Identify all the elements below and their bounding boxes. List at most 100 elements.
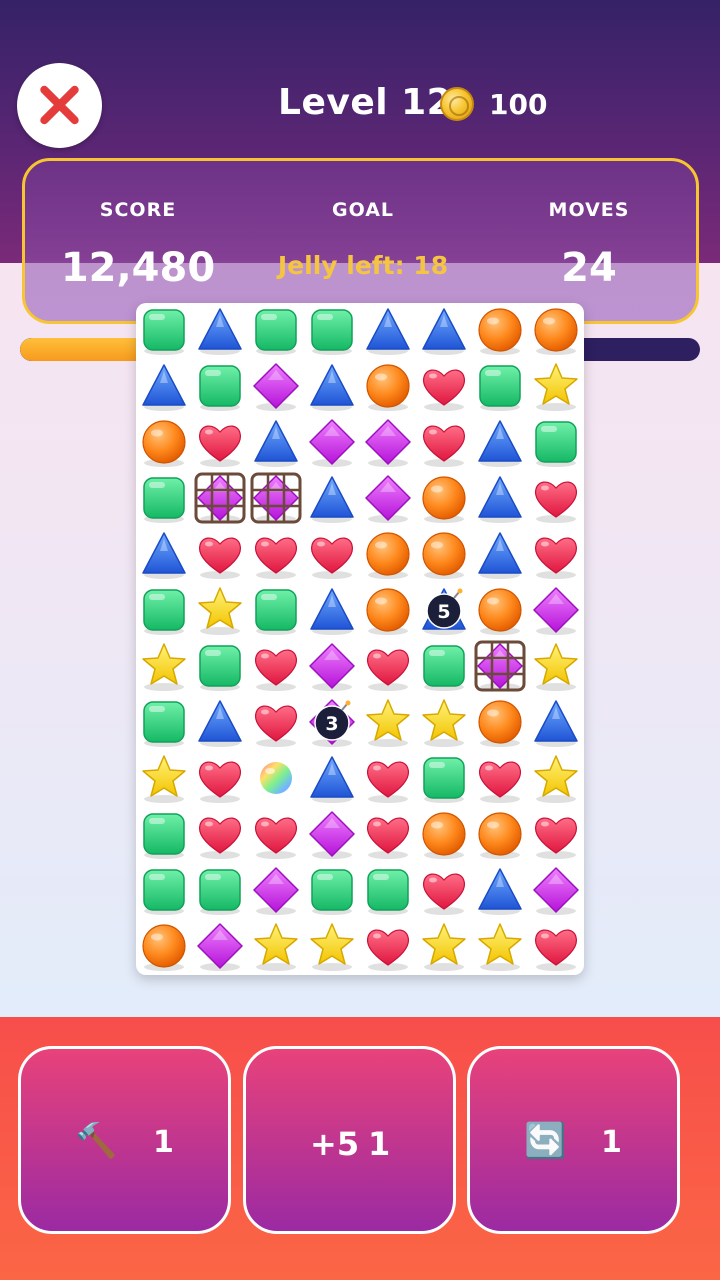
board-cell-5-4[interactable]: [360, 583, 416, 639]
board-cell-5-5[interactable]: 5: [416, 583, 472, 639]
board-cell-2-3[interactable]: [304, 415, 360, 471]
board-cell-4-3[interactable]: [304, 527, 360, 583]
board-cell-10-2[interactable]: [248, 863, 304, 919]
board-cell-4-5[interactable]: [416, 527, 472, 583]
board-cell-0-1[interactable]: [192, 303, 248, 359]
board-cell-6-1[interactable]: [192, 639, 248, 695]
board-cell-9-3[interactable]: [304, 807, 360, 863]
board-cell-4-1[interactable]: [192, 527, 248, 583]
board-cell-8-1[interactable]: [192, 751, 248, 807]
board-cell-2-6[interactable]: [472, 415, 528, 471]
board-cell-3-2[interactable]: [248, 471, 304, 527]
board-cell-5-2[interactable]: [248, 583, 304, 639]
board-cell-9-4[interactable]: [360, 807, 416, 863]
board-cell-3-6[interactable]: [472, 471, 528, 527]
board-cell-9-0[interactable]: [136, 807, 192, 863]
board-cell-9-2[interactable]: [248, 807, 304, 863]
board-cell-6-0[interactable]: [136, 639, 192, 695]
board-cell-7-1[interactable]: [192, 695, 248, 751]
board-cell-9-1[interactable]: [192, 807, 248, 863]
board-cell-11-7[interactable]: [528, 919, 584, 975]
board-cell-1-2[interactable]: [248, 359, 304, 415]
board-cell-11-0[interactable]: [136, 919, 192, 975]
board-cell-1-0[interactable]: [136, 359, 192, 415]
board-cell-7-3[interactable]: 3: [304, 695, 360, 751]
board-cell-1-5[interactable]: [416, 359, 472, 415]
board-cell-0-3[interactable]: [304, 303, 360, 359]
board-cell-6-2[interactable]: [248, 639, 304, 695]
board-cell-0-5[interactable]: [416, 303, 472, 359]
board-cell-3-1[interactable]: [192, 471, 248, 527]
board-cell-0-2[interactable]: [248, 303, 304, 359]
board-cell-10-1[interactable]: [192, 863, 248, 919]
board-cell-11-5[interactable]: [416, 919, 472, 975]
board-cell-3-3[interactable]: [304, 471, 360, 527]
board-cell-4-0[interactable]: [136, 527, 192, 583]
board-cell-4-4[interactable]: [360, 527, 416, 583]
board-cell-5-3[interactable]: [304, 583, 360, 639]
board-cell-6-7[interactable]: [528, 639, 584, 695]
board-cell-6-5[interactable]: [416, 639, 472, 695]
board-cell-1-7[interactable]: [528, 359, 584, 415]
close-button[interactable]: [17, 63, 102, 148]
board-cell-1-4[interactable]: [360, 359, 416, 415]
board-cell-5-1[interactable]: [192, 583, 248, 639]
board-cell-0-4[interactable]: [360, 303, 416, 359]
board-cell-9-7[interactable]: [528, 807, 584, 863]
board-cell-1-6[interactable]: [472, 359, 528, 415]
board-cell-7-2[interactable]: [248, 695, 304, 751]
board-cell-0-7[interactable]: [528, 303, 584, 359]
board-cell-7-6[interactable]: [472, 695, 528, 751]
board-cell-6-3[interactable]: [304, 639, 360, 695]
board-cell-5-7[interactable]: [528, 583, 584, 639]
board-cell-4-6[interactable]: [472, 527, 528, 583]
board-cell-10-0[interactable]: [136, 863, 192, 919]
board-cell-6-4[interactable]: [360, 639, 416, 695]
board-cell-10-4[interactable]: [360, 863, 416, 919]
board-cell-10-6[interactable]: [472, 863, 528, 919]
board-cell-11-6[interactable]: [472, 919, 528, 975]
board-cell-10-7[interactable]: [528, 863, 584, 919]
board-cell-2-0[interactable]: [136, 415, 192, 471]
shuffle-booster-button[interactable]: 🔄 1: [467, 1046, 680, 1234]
board-cell-10-5[interactable]: [416, 863, 472, 919]
board-cell-2-7[interactable]: [528, 415, 584, 471]
board-cell-2-4[interactable]: [360, 415, 416, 471]
board-cell-2-5[interactable]: [416, 415, 472, 471]
board-cell-3-7[interactable]: [528, 471, 584, 527]
board-cell-8-2[interactable]: [248, 751, 304, 807]
board-cell-5-0[interactable]: [136, 583, 192, 639]
board-cell-9-6[interactable]: [472, 807, 528, 863]
board-cell-7-0[interactable]: [136, 695, 192, 751]
board-cell-2-1[interactable]: [192, 415, 248, 471]
board-cell-0-6[interactable]: [472, 303, 528, 359]
board-cell-7-4[interactable]: [360, 695, 416, 751]
board-cell-11-3[interactable]: [304, 919, 360, 975]
board-cell-4-2[interactable]: [248, 527, 304, 583]
board-cell-11-1[interactable]: [192, 919, 248, 975]
board-cell-1-1[interactable]: [192, 359, 248, 415]
board-cell-0-0[interactable]: [136, 303, 192, 359]
board-cell-3-5[interactable]: [416, 471, 472, 527]
board-cell-8-4[interactable]: [360, 751, 416, 807]
board-cell-2-2[interactable]: [248, 415, 304, 471]
board-cell-3-4[interactable]: [360, 471, 416, 527]
board-cell-8-6[interactable]: [472, 751, 528, 807]
board-cell-3-0[interactable]: [136, 471, 192, 527]
board-cell-8-5[interactable]: [416, 751, 472, 807]
board-cell-8-7[interactable]: [528, 751, 584, 807]
board-cell-8-3[interactable]: [304, 751, 360, 807]
board-cell-6-6[interactable]: [472, 639, 528, 695]
hammer-booster-button[interactable]: 🔨 1: [18, 1046, 231, 1234]
board-cell-4-7[interactable]: [528, 527, 584, 583]
board-cell-11-4[interactable]: [360, 919, 416, 975]
board-cell-9-5[interactable]: [416, 807, 472, 863]
board-cell-8-0[interactable]: [136, 751, 192, 807]
board-cell-1-3[interactable]: [304, 359, 360, 415]
extra-moves-booster-button[interactable]: +5 1: [243, 1046, 456, 1234]
board-cell-5-6[interactable]: [472, 583, 528, 639]
board-cell-7-5[interactable]: [416, 695, 472, 751]
board-cell-10-3[interactable]: [304, 863, 360, 919]
board-cell-7-7[interactable]: [528, 695, 584, 751]
board-cell-11-2[interactable]: [248, 919, 304, 975]
